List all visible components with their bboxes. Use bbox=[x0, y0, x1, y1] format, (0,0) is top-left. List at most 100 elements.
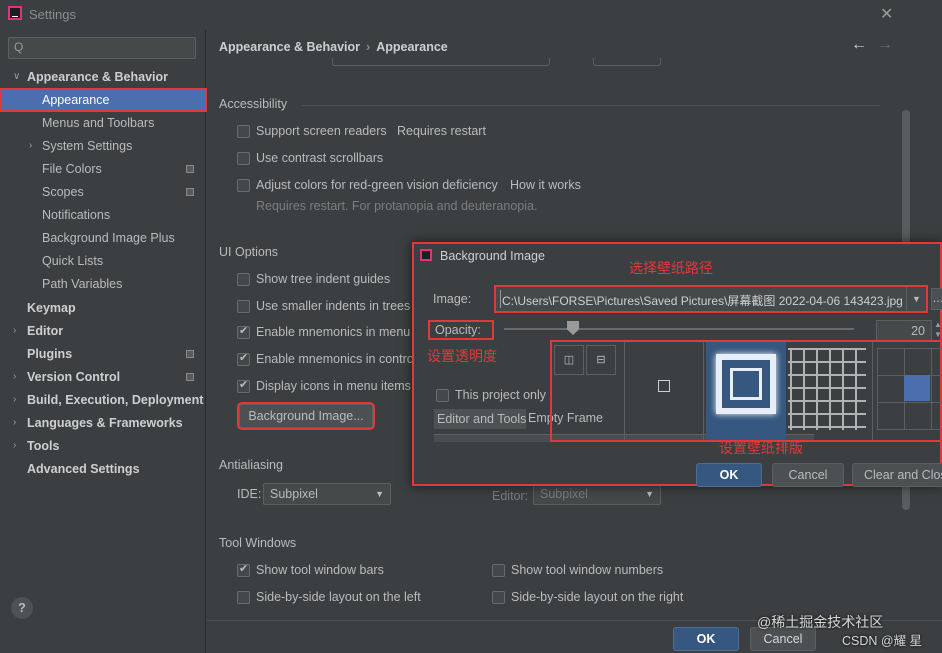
image-path-value[interactable]: C:\Users\FORSE\Pictures\Saved Pictures\屏… bbox=[502, 292, 902, 309]
sidebar-item-label: System Settings bbox=[42, 139, 133, 153]
sidebar-item-version-control[interactable]: › Version Control bbox=[0, 366, 206, 388]
layout-stretch-option[interactable] bbox=[706, 342, 786, 440]
close-icon[interactable]: ✕ bbox=[880, 4, 893, 24]
checkbox-label: Show tool window numbers bbox=[511, 563, 664, 577]
project-level-icon bbox=[186, 188, 194, 196]
checkbox-box[interactable] bbox=[237, 562, 250, 577]
checkbox-box[interactable] bbox=[492, 591, 505, 604]
chevron-right-icon[interactable]: › bbox=[13, 412, 16, 434]
chevron-right-icon[interactable]: › bbox=[13, 389, 16, 411]
background-image-dialog: Background Image Image: C:\Users\FORSE\P… bbox=[412, 242, 942, 487]
clear-close-button[interactable]: Clear and Close bbox=[852, 463, 942, 487]
dialog-ok-button[interactable]: OK bbox=[696, 463, 762, 487]
layout-picker: ◫ ⊟ bbox=[550, 340, 942, 442]
checkbox-box[interactable] bbox=[237, 125, 250, 138]
csdn-watermark: CSDN @耀 星 bbox=[842, 634, 923, 648]
dialog-cancel-button[interactable]: Cancel bbox=[772, 463, 844, 487]
breadcrumb-current: Appearance bbox=[376, 40, 448, 54]
sidebar-item-keymap[interactable]: Keymap bbox=[0, 297, 206, 319]
sidebar-item-languages[interactable]: › Languages & Frameworks bbox=[0, 412, 206, 434]
sidebar-item-scopes[interactable]: Scopes bbox=[0, 181, 206, 203]
breadcrumb-separator: › bbox=[366, 40, 371, 54]
chevron-right-icon[interactable]: › bbox=[13, 366, 16, 388]
search-input[interactable]: Q bbox=[8, 37, 196, 59]
checkbox-box[interactable] bbox=[237, 300, 250, 313]
ide-antialiasing-select[interactable]: Subpixel ▼ bbox=[263, 483, 391, 505]
target-editor-tools[interactable]: Editor and Tools bbox=[434, 409, 526, 429]
sidebar-item-label: Advanced Settings bbox=[27, 462, 140, 476]
sidebar-item-label: Build, Execution, Deployment bbox=[27, 393, 204, 407]
sidebar-item-quick-lists[interactable]: Quick Lists bbox=[0, 250, 206, 272]
split-horizontal-icon[interactable]: ⊟ bbox=[586, 345, 616, 375]
sidebar-item-editor[interactable]: › Editor bbox=[0, 320, 206, 342]
checkbox-label: Enable mnemonics in menu bbox=[256, 325, 411, 339]
checkbox-box[interactable] bbox=[237, 273, 250, 286]
checkbox-box[interactable] bbox=[237, 324, 250, 339]
sidebar-item-background-image-plus[interactable]: Background Image Plus bbox=[0, 227, 206, 249]
checkbox-box[interactable] bbox=[237, 152, 250, 165]
chevron-right-icon[interactable]: › bbox=[13, 435, 16, 457]
project-level-icon bbox=[186, 350, 194, 358]
section-accessibility: Accessibility bbox=[219, 97, 288, 111]
sidebar-item-label: Editor bbox=[27, 324, 64, 338]
checkbox-box[interactable] bbox=[237, 351, 250, 366]
split-vertical-icon[interactable]: ◫ bbox=[554, 345, 584, 375]
scrolled-combo bbox=[332, 58, 550, 66]
checkbox-box[interactable] bbox=[492, 564, 505, 577]
sidebar-item-plugins[interactable]: Plugins bbox=[0, 343, 206, 365]
checkbox-box[interactable] bbox=[436, 389, 449, 402]
sidebar-item-label: Version Control bbox=[27, 370, 121, 384]
spinner-icon[interactable]: ▲ ▼ bbox=[934, 320, 942, 342]
layout-grid-option[interactable] bbox=[872, 342, 942, 440]
breadcrumb: Appearance & Behavior › Appearance bbox=[219, 40, 448, 54]
red-green-hint: Requires restart. For protanopia and deu… bbox=[256, 199, 538, 213]
sidebar-item-build-execution[interactable]: › Build, Execution, Deployment bbox=[0, 389, 206, 411]
how-it-works-link[interactable]: How it works bbox=[510, 178, 581, 192]
sidebar-item-label: Keymap bbox=[27, 301, 76, 315]
layout-center-option[interactable] bbox=[624, 342, 704, 440]
ok-button[interactable]: OK bbox=[673, 627, 739, 651]
editor-antialiasing-select[interactable]: Subpixel ▼ bbox=[533, 483, 661, 505]
checkbox-label: Show tree indent guides bbox=[256, 272, 391, 286]
checkbox-box[interactable] bbox=[237, 179, 250, 192]
juejin-watermark: @稀土掘金技术社区 bbox=[757, 614, 884, 630]
chevron-right-icon[interactable]: › bbox=[13, 320, 16, 342]
checkbox-label: Use contrast scrollbars bbox=[256, 151, 384, 165]
text-cursor bbox=[500, 290, 501, 308]
opacity-slider-track[interactable] bbox=[504, 328, 854, 330]
opacity-input[interactable]: 20 bbox=[876, 320, 932, 342]
stretch-inner-icon bbox=[730, 368, 762, 400]
background-image-button[interactable]: Background Image... bbox=[237, 402, 375, 430]
back-arrow-icon[interactable]: ← bbox=[851, 36, 867, 54]
help-button[interactable]: ? bbox=[11, 597, 33, 619]
sidebar-item-file-colors[interactable]: File Colors bbox=[0, 158, 206, 180]
section-tool-windows: Tool Windows bbox=[219, 536, 297, 550]
image-label: Image: bbox=[433, 292, 472, 306]
opacity-slider-thumb[interactable] bbox=[567, 321, 579, 335]
image-path-combo[interactable]: C:\Users\FORSE\Pictures\Saved Pictures\屏… bbox=[494, 285, 928, 313]
sidebar-item-appearance-behavior[interactable]: ∨ Appearance & Behavior bbox=[0, 66, 206, 88]
tile-icon[interactable] bbox=[788, 348, 866, 430]
chevron-down-icon: ▼ bbox=[645, 489, 654, 499]
sidebar-item-menus-toolbars[interactable]: Menus and Toolbars bbox=[0, 112, 206, 134]
breadcrumb-parent[interactable]: Appearance & Behavior bbox=[219, 40, 360, 54]
chevron-right-icon[interactable]: › bbox=[29, 135, 32, 157]
sidebar-item-label: File Colors bbox=[42, 162, 102, 176]
forward-arrow-icon[interactable]: → bbox=[877, 36, 893, 54]
chevron-down-icon[interactable]: ∨ bbox=[13, 66, 20, 88]
sidebar-item-advanced-settings[interactable]: Advanced Settings bbox=[0, 458, 206, 480]
chevron-down-icon[interactable]: ▼ bbox=[906, 287, 926, 311]
sidebar-item-path-variables[interactable]: Path Variables bbox=[0, 273, 206, 295]
checkbox-box[interactable] bbox=[237, 378, 250, 393]
sidebar-item-system-settings[interactable]: › System Settings bbox=[0, 135, 206, 157]
select-value: Subpixel bbox=[270, 487, 318, 501]
checkbox-label: Show tool window bars bbox=[256, 563, 384, 577]
checkbox-box[interactable] bbox=[237, 591, 250, 604]
browse-button[interactable]: ... bbox=[931, 288, 942, 310]
sidebar-item-tools[interactable]: › Tools bbox=[0, 435, 206, 457]
title-bar: Settings ✕ bbox=[0, 0, 942, 30]
sidebar-item-appearance[interactable]: Appearance bbox=[0, 88, 207, 112]
restart-hint: Requires restart bbox=[397, 124, 486, 138]
opacity-label-box: Opacity: bbox=[428, 320, 494, 340]
sidebar-item-notifications[interactable]: Notifications bbox=[0, 204, 206, 226]
